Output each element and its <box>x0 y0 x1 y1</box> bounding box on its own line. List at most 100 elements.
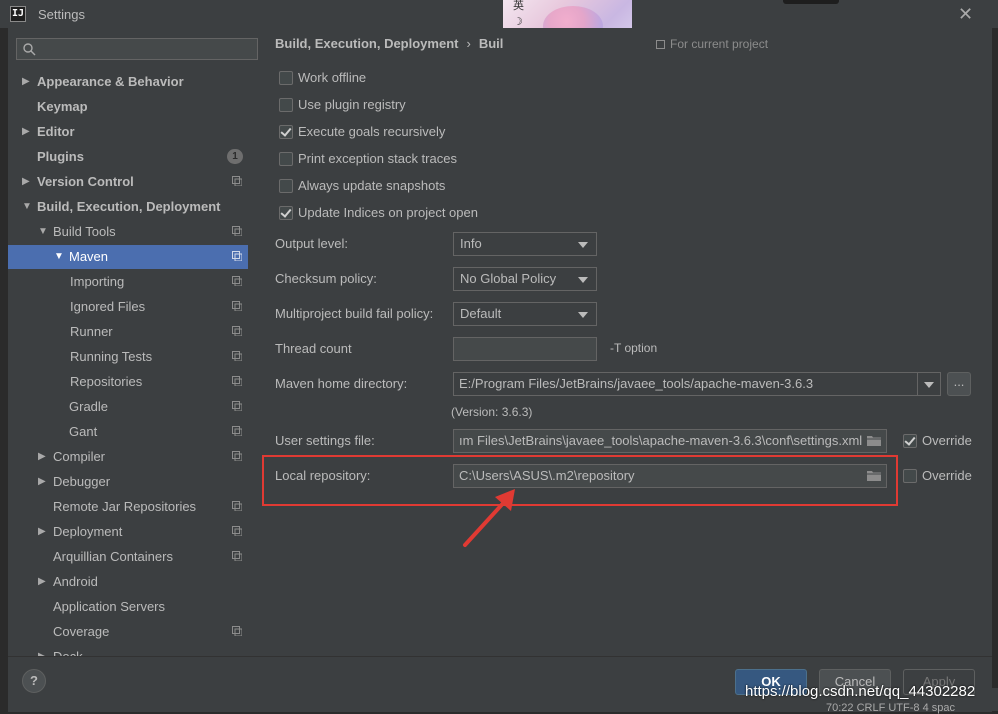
project-scope-icon <box>232 176 242 186</box>
collapsed-arrow-icon[interactable]: ▶ <box>38 470 48 494</box>
folder-icon[interactable] <box>867 435 881 446</box>
breadcrumb: Build, Execution, Deployment › Buil <box>275 36 503 51</box>
project-scope-icon <box>232 376 242 386</box>
maven-version-label: (Version: 3.6.3) <box>451 405 533 419</box>
sidebar-item[interactable]: ▼ Build Tools <box>8 220 248 244</box>
sidebar-item[interactable]: ▶ Compiler <box>8 445 248 469</box>
settings-search-input[interactable] <box>16 38 258 60</box>
for-current-project-label: For current project <box>670 37 769 51</box>
highlight-box-annotation <box>262 455 898 506</box>
checksum-policy-select[interactable]: No Global Policy <box>453 267 597 291</box>
breadcrumb-part-1[interactable]: Build, Execution, Deployment <box>275 36 458 51</box>
sidebar-item[interactable]: ▼ Build, Execution, Deployment <box>8 195 248 219</box>
expanded-arrow-icon[interactable]: ▼ <box>22 195 32 219</box>
sidebar-item[interactable]: Runner <box>8 320 248 344</box>
collapsed-arrow-icon[interactable]: ▶ <box>38 520 48 544</box>
expanded-arrow-icon[interactable]: ▼ <box>54 245 64 269</box>
sidebar-item-label: Maven <box>69 249 109 264</box>
sidebar-item-label: Editor <box>37 124 75 139</box>
collapsed-arrow-icon[interactable]: ▶ <box>22 170 32 194</box>
checkbox-label: Execute goals recursively <box>298 124 446 139</box>
sidebar-item[interactable]: Plugins 1 <box>8 145 248 169</box>
checkbox-checked-icon <box>279 125 293 139</box>
update-count-badge: 1 <box>227 149 243 164</box>
sidebar-item[interactable]: ▶ Debugger <box>8 470 248 494</box>
help-button[interactable]: ? <box>22 669 46 693</box>
expanded-arrow-icon[interactable]: ▼ <box>38 220 48 244</box>
collapsed-arrow-icon[interactable]: ▶ <box>22 120 32 144</box>
breadcrumb-part-2[interactable]: Buil <box>479 36 504 51</box>
sidebar-item[interactable]: Application Servers <box>8 595 248 619</box>
sidebar-item[interactable]: ▶ Dock <box>8 645 248 656</box>
sidebar-item[interactable]: Remote Jar Repositories <box>8 495 248 519</box>
user-settings-input[interactable]: ım Files\JetBrains\javaee_tools\apache-m… <box>453 429 887 453</box>
sidebar-item-label: Ignored Files <box>70 299 146 314</box>
window-title: Settings <box>38 7 85 22</box>
sidebar-item[interactable]: Ignored Files <box>8 295 248 319</box>
sidebar-item[interactable]: Gant <box>8 420 248 444</box>
output-level-label: Output level: <box>275 236 348 251</box>
background-editor-strip-right <box>992 28 998 688</box>
thread-count-input[interactable] <box>453 337 597 361</box>
sidebar-item[interactable]: ▶ Deployment <box>8 520 248 544</box>
checkbox-unchecked-icon <box>279 98 293 112</box>
intellij-app-icon: IJ <box>10 6 26 22</box>
close-icon[interactable]: ✕ <box>958 4 973 25</box>
sidebar-item-label: Compiler <box>53 449 106 464</box>
project-scope-icon <box>232 301 242 311</box>
sidebar-item[interactable]: Arquillian Containers <box>8 545 248 569</box>
sidebar-item[interactable]: ▼ Maven <box>8 245 248 269</box>
checkbox-label: Print exception stack traces <box>298 151 457 166</box>
project-scope-icon <box>232 426 242 436</box>
project-scope-icon <box>232 551 242 561</box>
sidebar-item-label: Gant <box>69 424 98 439</box>
sidebar-item[interactable]: Running Tests <box>8 345 248 369</box>
output-level-select[interactable]: Info <box>453 232 597 256</box>
checkbox-label: Update Indices on project open <box>298 205 478 220</box>
breadcrumb-separator: › <box>466 36 471 51</box>
sidebar-item-label: Version Control <box>37 174 134 189</box>
sidebar-item[interactable]: Repositories <box>8 370 248 394</box>
user-settings-label: User settings file: <box>275 433 375 448</box>
maven-home-value: E:/Program Files/JetBrains/javaee_tools/… <box>459 376 814 391</box>
collapsed-arrow-icon[interactable]: ▶ <box>38 445 48 469</box>
fail-policy-value: Default <box>460 306 502 321</box>
sidebar-item[interactable]: ▶ Editor <box>8 120 248 144</box>
sidebar-item-label: Debugger <box>53 474 111 489</box>
for-current-project-note: For current project <box>656 37 768 51</box>
checkbox-checked-icon <box>903 434 917 448</box>
sidebar-item[interactable]: Keymap <box>8 95 248 119</box>
project-scope-icon <box>232 276 242 286</box>
maven-home-browse-button[interactable]: ... <box>947 372 971 396</box>
maven-home-select[interactable]: E:/Program Files/JetBrains/javaee_tools/… <box>453 372 941 396</box>
checkbox-label: Work offline <box>298 70 367 85</box>
sidebar-item-label: Running Tests <box>70 349 153 364</box>
sidebar-item[interactable]: ▶ Version Control <box>8 170 248 194</box>
fail-policy-select[interactable]: Default <box>453 302 597 326</box>
sidebar-item[interactable]: Gradle <box>8 395 248 419</box>
collapsed-arrow-icon[interactable]: ▶ <box>38 645 48 656</box>
collapsed-arrow-icon[interactable]: ▶ <box>38 570 48 594</box>
red-arrow-annotation <box>463 489 515 547</box>
maven-home-dropdown[interactable] <box>917 373 940 395</box>
sidebar-item[interactable]: ▶ Appearance & Behavior <box>8 70 248 94</box>
sidebar-item-label: Dock <box>53 645 83 656</box>
checkbox-unchecked-icon <box>279 71 293 85</box>
project-scope-icon <box>232 526 242 536</box>
chevron-down-icon <box>578 242 588 248</box>
checkbox-label: Always update snapshots <box>298 178 446 193</box>
collapsed-arrow-icon[interactable]: ▶ <box>22 70 32 94</box>
output-level-value: Info <box>460 236 482 251</box>
sidebar-item[interactable]: Importing <box>8 270 248 294</box>
sidebar-item-label: Importing <box>70 274 125 289</box>
project-scope-icon <box>232 351 242 361</box>
sidebar-item-label: Remote Jar Repositories <box>53 499 197 514</box>
sidebar-item-label: Deployment <box>53 524 123 539</box>
checkbox-unchecked-icon <box>903 469 917 483</box>
maven-settings-panel: Build, Execution, Deployment › Buil For cu… <box>258 28 992 656</box>
thread-count-label: Thread count <box>275 341 352 356</box>
project-scope-icon <box>232 326 242 336</box>
sidebar-item[interactable]: ▶ Android <box>8 570 248 594</box>
sidebar-item[interactable]: Coverage <box>8 620 248 644</box>
fail-policy-label: Multiproject build fail policy: <box>275 306 434 321</box>
